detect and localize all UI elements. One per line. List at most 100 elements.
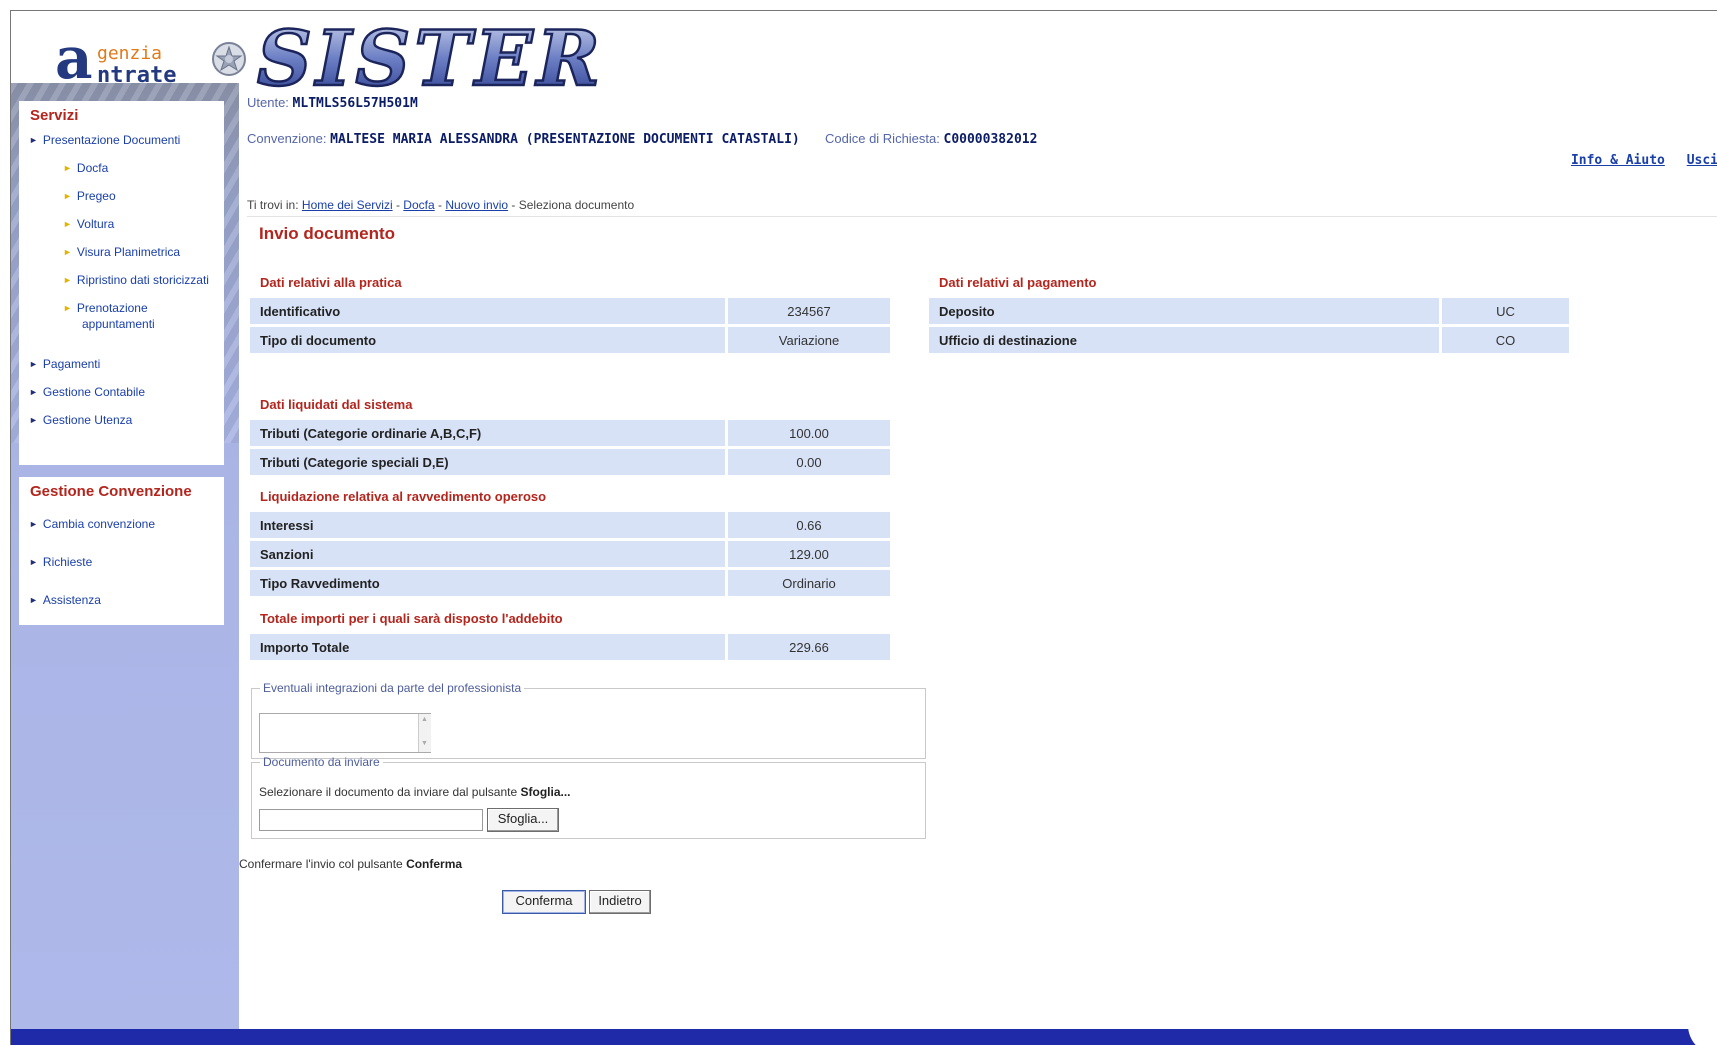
sidebar-item-ripristino-dati[interactable]: ► Ripristino dati storicizzati — [63, 273, 209, 287]
footer-bar — [11, 1029, 1717, 1045]
sidebar-item-docfa[interactable]: ► Docfa — [63, 161, 108, 175]
row-value: 100.00 — [725, 420, 890, 446]
user-line: Utente: MLTMLS56L57H501M — [247, 95, 418, 111]
sidebar-item-label: Visura Planimetrica — [76, 245, 181, 259]
sidebar-item-label: Gestione Utenza — [42, 413, 133, 427]
sidebar-item-label: Prenotazione — [76, 301, 148, 315]
exit-link[interactable]: Usci — [1687, 153, 1717, 168]
table-row: Identificativo 234567 — [250, 298, 890, 324]
row-value: Ordinario — [725, 570, 890, 596]
integrazioni-textarea[interactable] — [259, 713, 431, 753]
bullet-icon: ► — [63, 163, 72, 173]
sidebar-item-prenotazione[interactable]: ► Prenotazione — [63, 301, 148, 315]
textarea-scrollbar[interactable]: ▲ ▼ — [418, 714, 431, 752]
table-row: Tipo Ravvedimento Ordinario — [250, 570, 890, 596]
gestione-convenzione-title: Gestione Convenzione — [30, 483, 192, 500]
ravvedimento-table: Interessi 0.66 Sanzioni 129.00 Tipo Ravved… — [250, 509, 890, 599]
breadcrumb-separator: - — [395, 198, 400, 212]
user-label: Utente: — [247, 95, 289, 110]
app-frame: a genzia ntrate SISTER Servizi ► Presenta… — [10, 10, 1717, 1045]
row-key: Tributi (Categorie speciali D,E) — [250, 449, 725, 475]
table-row: Ufficio di destinazione CO — [929, 327, 1569, 353]
sidebar: Servizi ► Presentazione Documenti ► Docfa … — [11, 83, 239, 1045]
integrazioni-legend: Eventuali integrazioni da parte del prof… — [263, 681, 522, 695]
sidebar-item-label: Voltura — [76, 217, 115, 231]
sidebar-item-presentazione-documenti[interactable]: ► Presentazione Documenti — [29, 133, 180, 147]
top-links: Info & Aiuto Usci — [1557, 153, 1717, 168]
sidebar-item-pagamenti[interactable]: ► Pagamenti — [29, 357, 100, 371]
request-code-label: Codice di Richiesta: — [824, 131, 940, 146]
confirm-instruction: Confermare l'invio col pulsante Conferma — [239, 857, 462, 871]
row-key: Deposito — [929, 298, 1439, 324]
row-key: Interessi — [250, 512, 725, 538]
sidebar-item-label: Presentazione Documenti — [42, 133, 181, 147]
bullet-icon: ► — [29, 519, 38, 529]
browse-button[interactable]: Sfoglia... — [487, 808, 559, 832]
integrazioni-fieldset: Eventuali integrazioni da parte del prof… — [251, 681, 926, 759]
confirm-instruction-bold: Conferma — [406, 857, 463, 871]
row-value: 234567 — [725, 298, 890, 324]
row-value: Variazione — [725, 327, 890, 353]
divider — [247, 216, 1717, 217]
sidebar-item-label: Assistenza — [42, 593, 101, 607]
row-value: CO — [1439, 327, 1569, 353]
sidebar-item-label: Ripristino dati storicizzati — [76, 273, 209, 287]
bullet-icon: ► — [29, 595, 38, 605]
convention-value: MALTESE MARIA ALESSANDRA (PRESENTAZIONE … — [330, 132, 800, 147]
table-row: Tributi (Categorie ordinarie A,B,C,F) 100… — [250, 420, 890, 446]
documento-hint-text: Selezionare il documento da inviare dal … — [259, 785, 518, 799]
servizi-title: Servizi — [30, 107, 79, 124]
liquidati-section-title: Dati liquidati dal sistema — [260, 397, 413, 412]
confirm-button[interactable]: Conferma — [502, 890, 586, 914]
file-path-input[interactable] — [259, 809, 483, 831]
documento-fieldset: Documento da inviare Selezionare il docu… — [251, 755, 926, 839]
main-content: Utente: MLTMLS56L57H501M Convenzione: MA… — [239, 11, 1717, 1045]
info-aiuto-link[interactable]: Info & Aiuto — [1571, 153, 1665, 168]
bullet-icon: ► — [29, 557, 38, 567]
breadcrumb-docfa-link[interactable]: Docfa — [403, 198, 434, 212]
sidebar-item-gestione-utenza[interactable]: ► Gestione Utenza — [29, 413, 132, 427]
table-row: Tipo di documento Variazione — [250, 327, 890, 353]
sidebar-item-cambia-convenzione[interactable]: ► Cambia convenzione — [29, 517, 155, 531]
sidebar-item-voltura[interactable]: ► Voltura — [63, 217, 114, 231]
breadcrumb-separator: - — [438, 198, 442, 212]
bullet-icon: ► — [63, 303, 72, 313]
row-key: Importo Totale — [250, 634, 725, 660]
breadcrumb-current: - Seleziona documento — [511, 198, 635, 212]
row-key: Tributi (Categorie ordinarie A,B,C,F) — [250, 420, 725, 446]
gestione-convenzione-panel: Gestione Convenzione ► Cambia convenzione… — [19, 477, 224, 625]
sidebar-item-gestione-contabile[interactable]: ► Gestione Contabile — [29, 385, 145, 399]
bullet-icon: ► — [63, 219, 72, 229]
back-button[interactable]: Indietro — [589, 890, 651, 914]
convention-label: Convenzione: — [247, 131, 327, 146]
pagamento-section-title: Dati relativi al pagamento — [939, 275, 1097, 290]
bullet-icon: ► — [63, 191, 72, 201]
convention-line: Convenzione: MALTESE MARIA ALESSANDRA (P… — [247, 131, 1037, 147]
servizi-panel: Servizi ► Presentazione Documenti ► Docfa … — [19, 101, 224, 465]
sidebar-item-label: appuntamenti — [82, 317, 155, 331]
breadcrumb: Ti trovi in: Home dei Servizi - Docfa - … — [247, 198, 634, 212]
sidebar-item-appuntamenti[interactable]: appuntamenti — [82, 317, 155, 331]
breadcrumb-home-link[interactable]: Home dei Servizi — [302, 198, 393, 212]
logo-genzia-text: genzia — [97, 43, 163, 64]
sidebar-item-assistenza[interactable]: ► Assistenza — [29, 593, 101, 607]
sidebar-item-visura-planimetrica[interactable]: ► Visura Planimetrica — [63, 245, 180, 259]
row-key: Tipo Ravvedimento — [250, 570, 725, 596]
pratica-table: Identificativo 234567 Tipo di documento Va… — [250, 295, 890, 356]
table-row: Tributi (Categorie speciali D,E) 0.00 — [250, 449, 890, 475]
sidebar-item-pregeo[interactable]: ► Pregeo — [63, 189, 116, 203]
row-value: 0.00 — [725, 449, 890, 475]
bullet-icon: ► — [29, 135, 38, 145]
bullet-icon: ► — [29, 415, 38, 425]
sidebar-item-label: Docfa — [76, 161, 109, 175]
bullet-icon: ► — [63, 247, 72, 257]
row-key: Tipo di documento — [250, 327, 725, 353]
request-code-value: C00000382012 — [943, 132, 1038, 147]
row-value: 129.00 — [725, 541, 890, 567]
totale-table: Importo Totale 229.66 — [250, 631, 890, 663]
sidebar-item-richieste[interactable]: ► Richieste — [29, 555, 92, 569]
confirm-instruction-text: Confermare l'invio col pulsante — [239, 857, 403, 871]
breadcrumb-nuovo-invio-link[interactable]: Nuovo invio — [445, 198, 508, 212]
bullet-icon: ► — [29, 387, 38, 397]
logo-a-letter: a — [55, 24, 93, 92]
